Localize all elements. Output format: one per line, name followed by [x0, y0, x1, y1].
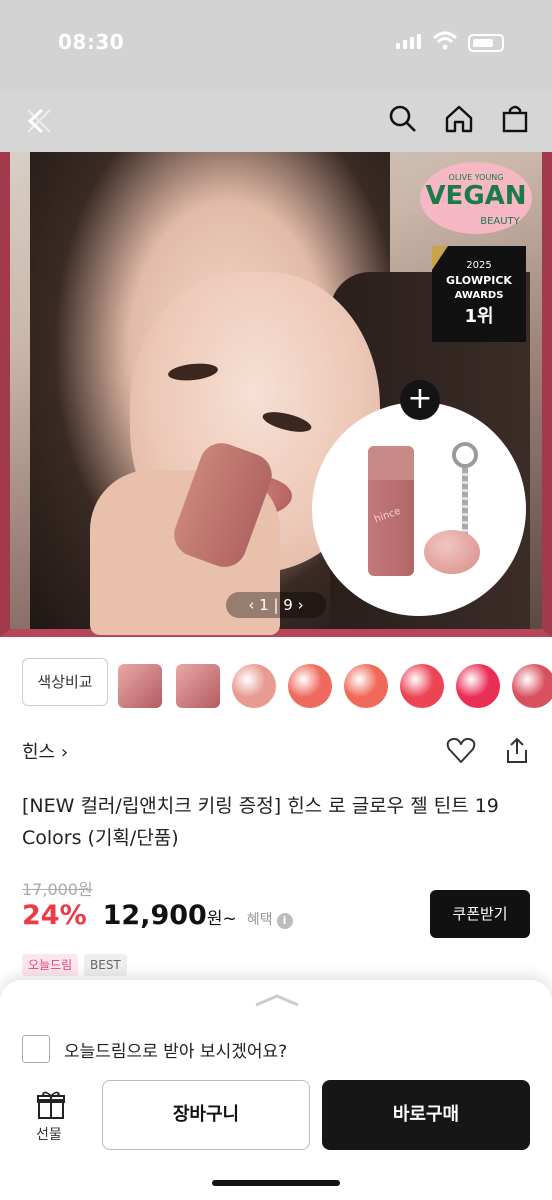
color-swatch[interactable]	[344, 664, 388, 708]
color-swatch[interactable]	[512, 664, 552, 708]
svg-text:AWARDS: AWARDS	[455, 290, 504, 301]
mini-tint: hince	[368, 446, 414, 576]
plus-icon: +	[400, 380, 440, 420]
image-pager[interactable]: ‹ 1 | 9 ›	[226, 592, 326, 618]
search-icon[interactable]	[388, 104, 418, 134]
color-swatch[interactable]	[288, 664, 332, 708]
vegan-beauty-badge: OLIVE YOUNG VEGAN BEAUTY	[420, 162, 532, 234]
color-strip: 색상비교	[0, 637, 552, 732]
color-swatch[interactable]	[232, 664, 276, 708]
back-icon[interactable]	[24, 106, 54, 136]
svg-text:2025: 2025	[466, 260, 491, 271]
price-unit: 원~	[206, 909, 237, 929]
info-icon[interactable]: i	[276, 913, 293, 929]
svg-text:1위: 1위	[464, 306, 493, 327]
home-indicator	[212, 1180, 340, 1186]
original-price: 17,000원	[22, 880, 93, 899]
color-swatch[interactable]	[400, 664, 444, 708]
benefit-label[interactable]: 혜택	[247, 909, 273, 929]
gift-icon[interactable]	[36, 1090, 66, 1120]
brand-link[interactable]: 힌스 ›	[22, 738, 68, 764]
price-row: 24% 12,900 원~ 혜택 i	[22, 900, 293, 940]
product-title: [NEW 컬러/립앤치크 키링 증정] 힌스 로 글로우 젤 틴트 19 Col…	[22, 795, 499, 849]
today-dream-badge: 오늘드림	[22, 954, 79, 976]
heart-icon[interactable]	[446, 736, 476, 764]
buy-now-button[interactable]: 바로구매	[322, 1080, 530, 1150]
sale-price: 12,900	[102, 900, 207, 931]
color-swatch[interactable]	[456, 664, 500, 708]
add-to-cart-button[interactable]: 장바구니	[102, 1080, 310, 1150]
color-compare-button[interactable]: 색상비교	[22, 658, 108, 706]
coupon-button[interactable]: 쿠폰받기	[430, 890, 530, 938]
today-dream-checkbox[interactable]	[22, 1035, 50, 1063]
app-header	[0, 90, 552, 152]
share-icon[interactable]	[504, 736, 530, 764]
home-icon[interactable]	[444, 104, 474, 134]
status-time: 08:30	[58, 30, 125, 54]
signal-icon	[396, 34, 421, 49]
wifi-icon	[432, 31, 458, 50]
charm-icon	[424, 530, 480, 574]
option-thumb-set-2[interactable]	[176, 664, 220, 708]
glowpick-award-badge: 2025 GLOWPICK AWARDS 1위	[432, 246, 526, 342]
shopping-bag-icon[interactable]	[500, 104, 530, 134]
battery-icon	[468, 34, 504, 52]
today-dream-checkbox-label: 오늘드림으로 받아 보시겠어요?	[64, 1042, 288, 1062]
svg-text:GLOWPICK: GLOWPICK	[446, 274, 512, 287]
svg-text:VEGAN: VEGAN	[425, 181, 526, 211]
gift-keyring-circle: hince	[312, 402, 526, 616]
keyring-icon	[452, 442, 478, 468]
svg-text:BEAUTY: BEAUTY	[480, 216, 520, 227]
gift-label: 선물	[36, 1127, 62, 1143]
chevron-up-icon[interactable]	[254, 993, 300, 1007]
option-thumb-set-1[interactable]	[118, 664, 162, 708]
status-bar: 08:30	[0, 0, 552, 90]
discount-rate: 24%	[22, 900, 87, 931]
best-badge: BEST	[84, 954, 127, 976]
